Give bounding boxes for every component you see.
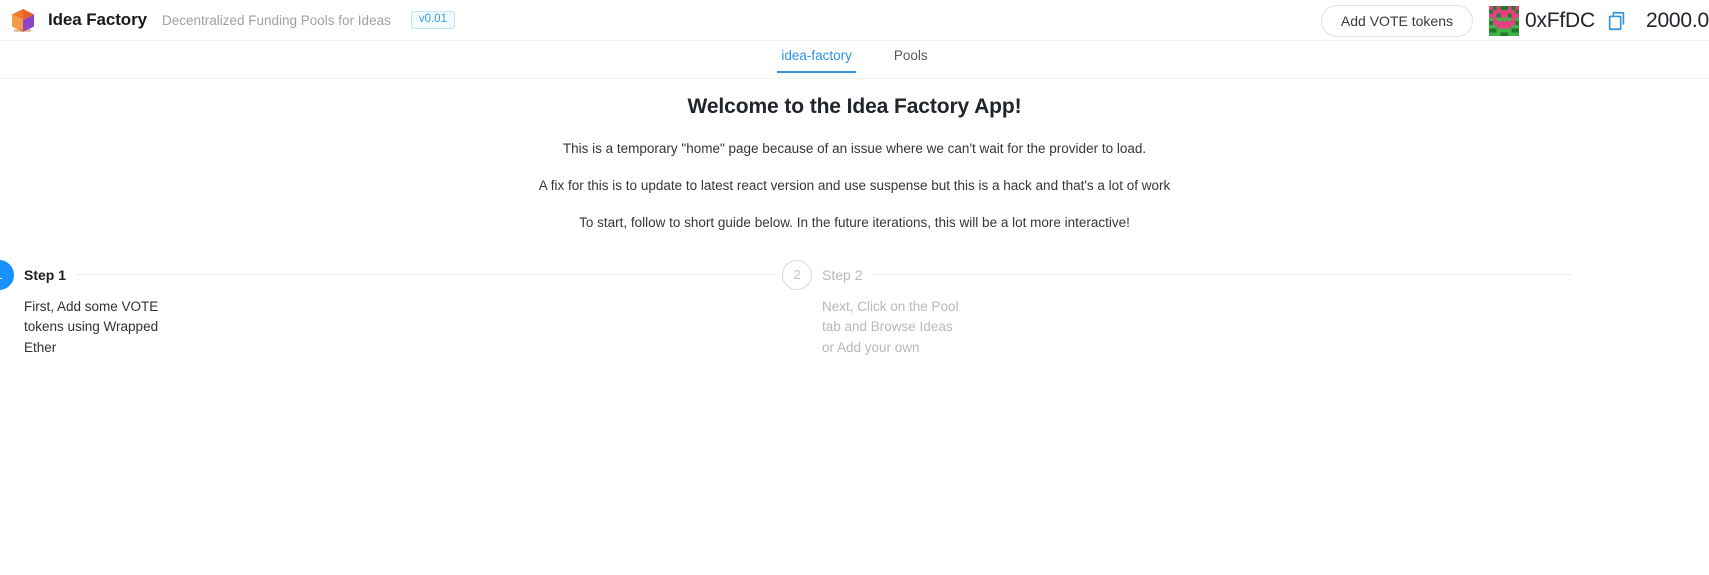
step-1-header: 1 Step 1 bbox=[0, 259, 774, 290]
steps-container: 1 Step 1 First, Add some VOTE tokens usi… bbox=[0, 259, 1709, 370]
intro-paragraph-1: This is a temporary "home" page because … bbox=[562, 141, 1147, 156]
main-content: Welcome to the Idea Factory App! This is… bbox=[0, 79, 1709, 370]
copy-icon[interactable] bbox=[1606, 10, 1628, 32]
header-actions: Add VOTE tokens 0xFfDC 2000.0 bbox=[1320, 0, 1709, 41]
add-vote-tokens-button[interactable]: Add VOTE tokens bbox=[1320, 4, 1473, 37]
tab-idea-factory[interactable]: idea-factory bbox=[777, 48, 856, 73]
blockie-avatar-icon bbox=[1488, 5, 1519, 36]
step-1-title: Step 1 bbox=[24, 266, 67, 283]
step-item-1[interactable]: 1 Step 1 First, Add some VOTE tokens usi… bbox=[0, 259, 774, 359]
nav-tabs: idea-factory Pools bbox=[0, 41, 1709, 79]
intro-paragraph-2: A fix for this is to update to latest re… bbox=[538, 178, 1171, 194]
step-1-connector-line bbox=[76, 274, 774, 276]
step-1-description: First, Add some VOTE tokens using Wrappe… bbox=[24, 298, 159, 355]
brand-tagline: Decentralized Funding Pools for Ideas bbox=[161, 12, 391, 28]
step-2-connector-line bbox=[872, 274, 1572, 276]
tab-pools[interactable]: Pools bbox=[892, 48, 930, 72]
step-item-2[interactable]: 2 Step 2 Next, Click on the Pool tab and… bbox=[782, 259, 1572, 359]
cube-logo-icon bbox=[8, 5, 38, 35]
brand-group: Idea Factory Decentralized Funding Pools… bbox=[0, 5, 455, 35]
account-address: 0xFfDC bbox=[1524, 8, 1595, 32]
page-title: Welcome to the Idea Factory App! bbox=[687, 95, 1022, 118]
token-balance: 2000.0 bbox=[1645, 8, 1709, 32]
version-badge: v0.01 bbox=[410, 10, 455, 30]
account-group[interactable]: 0xFfDC bbox=[1488, 5, 1628, 36]
app-header: Idea Factory Decentralized Funding Pools… bbox=[0, 0, 1709, 41]
step-2-title: Step 2 bbox=[822, 266, 863, 283]
step-2-description: Next, Click on the Pool tab and Browse I… bbox=[822, 298, 959, 355]
step-1-number-badge: 1 bbox=[0, 259, 14, 290]
step-2-number-badge: 2 bbox=[782, 259, 812, 290]
intro-paragraph-3: To start, follow to short guide below. I… bbox=[579, 215, 1130, 231]
step-2-header: 2 Step 2 bbox=[782, 259, 1572, 290]
brand-title: Idea Factory bbox=[48, 10, 147, 29]
